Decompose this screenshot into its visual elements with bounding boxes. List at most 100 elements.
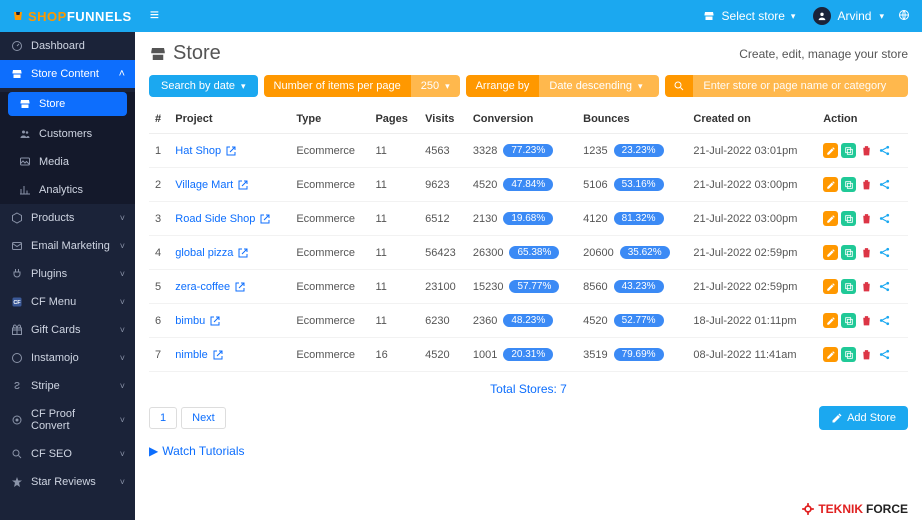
sidebar-item-cf-seo[interactable]: CF SEO ˅ <box>0 440 135 468</box>
logo[interactable]: SHOPFUNNELS <box>12 9 132 24</box>
hamburger-icon[interactable]: ≡ <box>150 7 159 25</box>
edit-button[interactable] <box>823 347 838 362</box>
delete-button[interactable] <box>859 211 874 226</box>
edit-button[interactable] <box>823 279 838 294</box>
search-icon <box>665 75 693 97</box>
delete-button[interactable] <box>859 347 874 362</box>
project-link[interactable]: global pizza <box>175 247 249 259</box>
col-project: Project <box>169 105 290 134</box>
edit-button[interactable] <box>823 313 838 328</box>
cell-idx: 2 <box>149 168 169 202</box>
external-link-icon <box>212 349 224 361</box>
sidebar-item-email-marketing[interactable]: Email Marketing ˅ <box>0 232 135 260</box>
sidebar-item-stripe[interactable]: Stripe ˅ <box>0 372 135 400</box>
cell-visits: 6230 <box>419 304 467 338</box>
cell-type: Ecommerce <box>290 338 369 372</box>
logo-text-b: FUNNELS <box>67 9 132 24</box>
items-per-page-control: Number of items per page 250 ▾ <box>264 75 460 97</box>
cell-type: Ecommerce <box>290 168 369 202</box>
page-header: Store Create, edit, manage your store <box>149 42 908 65</box>
page-next[interactable]: Next <box>181 407 226 429</box>
share-button[interactable] <box>877 347 892 362</box>
copy-button[interactable] <box>841 143 856 158</box>
cell-action <box>817 270 908 304</box>
sidebar-item-plugins[interactable]: Plugins ˅ <box>0 260 135 288</box>
edit-button[interactable] <box>823 143 838 158</box>
watch-tutorials-link[interactable]: ▶ Watch Tutorials <box>149 444 908 458</box>
bounces-badge: 79.69% <box>614 348 664 361</box>
sidebar-item-instamojo[interactable]: Instamojo ˅ <box>0 344 135 372</box>
delete-button[interactable] <box>859 279 874 294</box>
arrange-by-value[interactable]: Date descending ▾ <box>539 75 659 97</box>
copy-button[interactable] <box>841 347 856 362</box>
cell-conversion: 2360 48.23% <box>467 304 577 338</box>
share-button[interactable] <box>877 279 892 294</box>
share-button[interactable] <box>877 211 892 226</box>
sidebar-item-cf-menu[interactable]: CF CF Menu ˅ <box>0 288 135 316</box>
sidebar-item-analytics[interactable]: Analytics <box>0 176 135 204</box>
cell-created: 18-Jul-2022 01:11pm <box>687 304 817 338</box>
sidebar-item-products[interactable]: Products ˅ <box>0 204 135 232</box>
share-button[interactable] <box>877 245 892 260</box>
cell-idx: 4 <box>149 236 169 270</box>
edit-button[interactable] <box>823 177 838 192</box>
sidebar-item-star-reviews[interactable]: Star Reviews ˅ <box>0 468 135 496</box>
project-link[interactable]: Hat Shop <box>175 145 237 157</box>
edit-button[interactable] <box>823 245 838 260</box>
pencil-icon <box>831 412 843 424</box>
search-input[interactable] <box>693 75 908 97</box>
delete-button[interactable] <box>859 245 874 260</box>
globe-icon[interactable] <box>898 8 910 24</box>
total-stores: Total Stores: 7 <box>149 372 908 402</box>
arrange-by-label: Arrange by <box>466 75 540 97</box>
sidebar-item-dashboard[interactable]: Dashboard <box>0 32 135 60</box>
share-button[interactable] <box>877 313 892 328</box>
sidebar-item-cf-proof-convert[interactable]: CF Proof Convert ˅ <box>0 400 135 440</box>
cell-conversion: 4520 47.84% <box>467 168 577 202</box>
copy-button[interactable] <box>841 211 856 226</box>
sidebar-item-label: Star Reviews <box>31 476 112 488</box>
delete-button[interactable] <box>859 313 874 328</box>
add-store-button[interactable]: Add Store <box>819 406 908 430</box>
project-link[interactable]: bimbu <box>175 315 221 327</box>
select-store-dropdown[interactable]: Select store ▾ <box>703 9 796 23</box>
user-menu[interactable]: Arvind ▾ <box>813 7 884 25</box>
delete-button[interactable] <box>859 143 874 158</box>
project-link[interactable]: nimble <box>175 349 223 361</box>
table-row: 1Hat Shop Ecommerce1145633328 77.23%1235… <box>149 134 908 168</box>
page-1[interactable]: 1 <box>149 407 177 429</box>
copy-button[interactable] <box>841 177 856 192</box>
store-icon <box>10 68 23 80</box>
main-content: Store Create, edit, manage your store Se… <box>135 32 922 520</box>
store-table: # Project Type Pages Visits Conversion B… <box>149 105 908 372</box>
project-link[interactable]: zera-coffee <box>175 281 246 293</box>
share-button[interactable] <box>877 143 892 158</box>
cell-project: bimbu <box>169 304 290 338</box>
sidebar-item-store[interactable]: Store <box>8 92 127 116</box>
sidebar-item-media[interactable]: Media <box>0 148 135 176</box>
copy-button[interactable] <box>841 313 856 328</box>
bounces-badge: 53.16% <box>614 178 664 191</box>
sidebar-item-gift-cards[interactable]: Gift Cards ˅ <box>0 316 135 344</box>
chevron-down-icon: ˅ <box>120 449 125 459</box>
search-control <box>665 75 908 97</box>
delete-button[interactable] <box>859 177 874 192</box>
search-by-date-button[interactable]: Search by date ▾ <box>149 75 258 97</box>
copy-button[interactable] <box>841 279 856 294</box>
project-link[interactable]: Road Side Shop <box>175 213 271 225</box>
share-button[interactable] <box>877 177 892 192</box>
edit-button[interactable] <box>823 211 838 226</box>
payment-icon <box>10 352 23 364</box>
cell-pages: 11 <box>369 134 419 168</box>
project-link[interactable]: Village Mart <box>175 179 249 191</box>
items-per-page-label: Number of items per page <box>264 75 411 97</box>
sidebar-item-customers[interactable]: Customers <box>0 120 135 148</box>
cell-idx: 7 <box>149 338 169 372</box>
cell-type: Ecommerce <box>290 270 369 304</box>
items-per-page-value[interactable]: 250 ▾ <box>411 75 460 97</box>
copy-button[interactable] <box>841 245 856 260</box>
sidebar-item-store-content[interactable]: Store Content ˄ <box>0 60 135 88</box>
footer-logo: TEKNIKFORCE <box>801 502 908 516</box>
cell-pages: 11 <box>369 236 419 270</box>
cell-bounces: 8560 43.23% <box>577 270 687 304</box>
